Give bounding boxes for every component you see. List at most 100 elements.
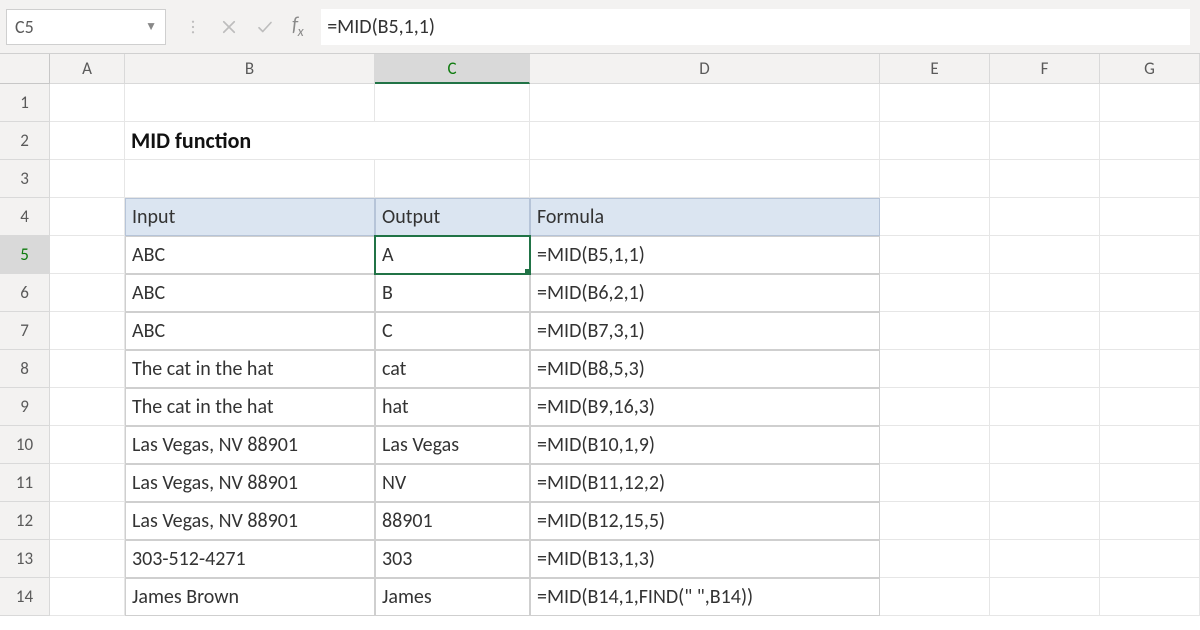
cell[interactable] (880, 198, 990, 236)
row-header[interactable]: 4 (0, 198, 50, 236)
cell[interactable] (375, 122, 530, 160)
col-header-A[interactable]: A (50, 54, 125, 84)
cell[interactable] (1100, 84, 1200, 122)
cell-output[interactable]: 88901 (375, 502, 530, 540)
cell[interactable] (125, 84, 375, 122)
cell[interactable] (990, 350, 1100, 388)
cell[interactable] (50, 578, 125, 616)
cell[interactable] (1100, 464, 1200, 502)
cell[interactable] (50, 502, 125, 540)
cell-output[interactable]: James (375, 578, 530, 616)
cell[interactable] (1100, 236, 1200, 274)
cell[interactable] (880, 84, 990, 122)
cell[interactable] (990, 312, 1100, 350)
cell[interactable] (880, 464, 990, 502)
cell-input[interactable]: Las Vegas, NV 88901 (125, 464, 375, 502)
row-header[interactable]: 12 (0, 502, 50, 540)
cell[interactable] (990, 236, 1100, 274)
cell[interactable] (50, 350, 125, 388)
cell-formula[interactable]: =MID(B7,3,1) (530, 312, 880, 350)
cell[interactable] (990, 198, 1100, 236)
cell[interactable] (880, 502, 990, 540)
cell-output[interactable]: hat (375, 388, 530, 426)
cell-input[interactable]: 303-512-4271 (125, 540, 375, 578)
cell-formula[interactable]: =MID(B9,16,3) (530, 388, 880, 426)
col-header-G[interactable]: G (1100, 54, 1200, 84)
select-all-corner[interactable] (0, 54, 50, 84)
cell[interactable] (50, 198, 125, 236)
cell[interactable] (880, 388, 990, 426)
cell[interactable] (1100, 198, 1200, 236)
cell[interactable] (50, 84, 125, 122)
cell-formula[interactable]: =MID(B11,12,2) (530, 464, 880, 502)
cell[interactable] (1100, 274, 1200, 312)
cell[interactable] (880, 236, 990, 274)
cell[interactable] (50, 274, 125, 312)
formula-input[interactable]: =MID(B5,1,1) (321, 9, 1190, 45)
cell-input[interactable]: The cat in the hat (125, 388, 375, 426)
col-header-D[interactable]: D (530, 54, 880, 84)
cell[interactable] (50, 464, 125, 502)
row-header[interactable]: 6 (0, 274, 50, 312)
cell-input[interactable]: Las Vegas, NV 88901 (125, 426, 375, 464)
cell[interactable] (990, 274, 1100, 312)
cell[interactable] (1100, 388, 1200, 426)
cell-input[interactable]: ABC (125, 312, 375, 350)
col-header-E[interactable]: E (880, 54, 990, 84)
cell[interactable] (50, 236, 125, 274)
name-box[interactable]: C5 ▼ (6, 9, 166, 45)
col-header-B[interactable]: B (125, 54, 375, 84)
cell[interactable] (530, 84, 880, 122)
cell[interactable] (990, 578, 1100, 616)
cell[interactable] (50, 312, 125, 350)
cell-formula[interactable]: =MID(B13,1,3) (530, 540, 880, 578)
cell[interactable] (50, 426, 125, 464)
cell-input[interactable]: James Brown (125, 578, 375, 616)
cell[interactable] (1100, 540, 1200, 578)
cell[interactable] (50, 388, 125, 426)
table-header-output[interactable]: Output (375, 198, 530, 236)
cell-output[interactable]: B (375, 274, 530, 312)
cell[interactable] (125, 160, 375, 198)
cell-output[interactable]: Las Vegas (375, 426, 530, 464)
cell[interactable] (880, 350, 990, 388)
cell[interactable] (1100, 160, 1200, 198)
cell-formula[interactable]: =MID(B6,2,1) (530, 274, 880, 312)
row-header[interactable]: 9 (0, 388, 50, 426)
cell[interactable] (990, 388, 1100, 426)
cell[interactable] (530, 160, 880, 198)
row-header[interactable]: 3 (0, 160, 50, 198)
cell[interactable] (880, 122, 990, 160)
cell-formula[interactable]: =MID(B8,5,3) (530, 350, 880, 388)
row-header[interactable]: 13 (0, 540, 50, 578)
row-header[interactable]: 14 (0, 578, 50, 616)
cell[interactable] (375, 84, 530, 122)
cell-output[interactable]: A (375, 236, 530, 274)
row-header[interactable]: 10 (0, 426, 50, 464)
cell[interactable] (990, 84, 1100, 122)
cell-input[interactable]: ABC (125, 274, 375, 312)
cell[interactable] (880, 426, 990, 464)
cell[interactable] (50, 160, 125, 198)
cell-input[interactable]: Las Vegas, NV 88901 (125, 502, 375, 540)
cell[interactable] (50, 122, 125, 160)
cell-output[interactable]: C (375, 312, 530, 350)
table-header-formula[interactable]: Formula (530, 198, 880, 236)
row-header[interactable]: 5 (0, 236, 50, 274)
row-header[interactable]: 8 (0, 350, 50, 388)
cell-formula[interactable]: =MID(B14,1,FIND(" ",B14)) (530, 578, 880, 616)
more-icon[interactable] (184, 18, 202, 36)
cell-output[interactable]: cat (375, 350, 530, 388)
cell[interactable] (880, 578, 990, 616)
row-header[interactable]: 11 (0, 464, 50, 502)
cell[interactable] (880, 274, 990, 312)
cell-formula[interactable]: =MID(B10,1,9) (530, 426, 880, 464)
cell[interactable] (990, 122, 1100, 160)
row-header[interactable]: 2 (0, 122, 50, 160)
row-header[interactable]: 7 (0, 312, 50, 350)
cell-output[interactable]: NV (375, 464, 530, 502)
table-header-input[interactable]: Input (125, 198, 375, 236)
row-header[interactable]: 1 (0, 84, 50, 122)
cell[interactable] (1100, 578, 1200, 616)
col-header-F[interactable]: F (990, 54, 1100, 84)
